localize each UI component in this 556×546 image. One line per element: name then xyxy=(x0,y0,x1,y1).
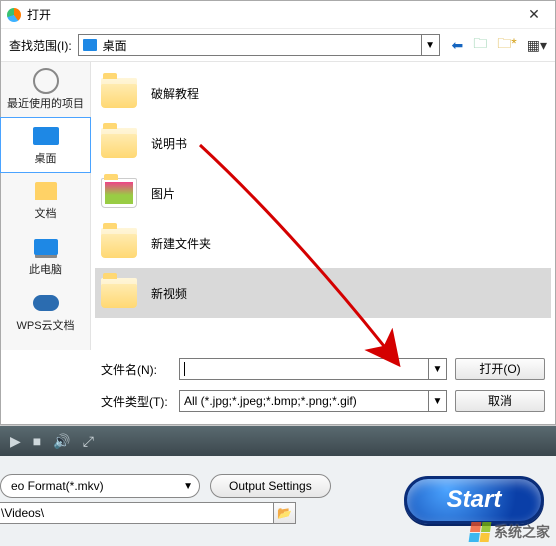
start-button[interactable]: Start xyxy=(404,476,544,524)
output-settings-button[interactable]: Output Settings xyxy=(210,474,331,498)
sidebar-item-label: WPS云文档 xyxy=(16,317,74,333)
desktop-icon xyxy=(83,39,97,51)
expand-icon[interactable]: ⤢ xyxy=(83,433,94,450)
output-path-input[interactable]: \Videos\ xyxy=(0,502,274,524)
watermark: 系统之家 xyxy=(470,522,550,542)
file-name: 破解教程 xyxy=(151,85,199,102)
sidebar-item-desktop[interactable]: 桌面 xyxy=(0,117,91,173)
format-value: eo Format(*.mkv) xyxy=(11,479,104,493)
file-row[interactable]: 新视频 xyxy=(95,268,551,318)
clock-icon xyxy=(31,69,61,93)
file-name: 说明书 xyxy=(151,135,187,152)
player-controls: ▶ ■ 🔊 ⤢ xyxy=(0,426,556,456)
folder-icon xyxy=(101,228,137,258)
chevron-down-icon: ▼ xyxy=(428,391,446,411)
back-icon[interactable]: ⬅ xyxy=(452,37,464,54)
filename-value xyxy=(184,362,185,376)
folder-icon xyxy=(101,128,137,158)
sidebar-item-label: 桌面 xyxy=(35,150,57,166)
sidebar-item-documents[interactable]: 文档 xyxy=(1,172,90,228)
close-icon[interactable]: ✕ xyxy=(519,6,549,23)
nav-icons: ⬅ 🗀 🗀* ▦▾ xyxy=(452,33,547,57)
sidebar-item-label: 此电脑 xyxy=(29,261,62,277)
path-value: \Videos\ xyxy=(1,506,44,520)
lookin-select[interactable]: 桌面 ▼ xyxy=(78,34,440,56)
format-select[interactable]: eo Format(*.mkv) ▼ xyxy=(0,474,200,498)
desktop-icon xyxy=(31,124,61,148)
lookin-label: 查找范围(I): xyxy=(9,37,72,54)
file-name: 新建文件夹 xyxy=(151,235,211,252)
dialog-title: 打开 xyxy=(27,6,519,23)
filetype-value: All (*.jpg;*.jpeg;*.bmp;*.png;*.gif) xyxy=(184,394,357,408)
titlebar: 打开 ✕ xyxy=(1,1,555,29)
play-icon[interactable]: ▶ xyxy=(10,433,21,450)
sidebar-item-recent[interactable]: 最近使用的项目 xyxy=(1,62,90,118)
speaker-icon[interactable]: 🔊 xyxy=(53,433,70,450)
file-list[interactable]: 破解教程说明书图片新建文件夹新视频 xyxy=(91,62,555,350)
sidebar-item-this-pc[interactable]: 此电脑 xyxy=(1,228,90,284)
filename-input[interactable]: ▼ xyxy=(179,358,447,380)
watermark-text: 系统之家 xyxy=(494,522,550,542)
windows-logo-icon xyxy=(469,522,492,542)
file-row[interactable]: 图片 xyxy=(95,168,551,218)
app-icon xyxy=(7,8,21,22)
up-icon[interactable]: 🗀 xyxy=(473,33,487,57)
sidebar-item-label: 文档 xyxy=(35,205,57,221)
file-name: 新视频 xyxy=(151,285,187,302)
view-menu-icon[interactable]: ▦▾ xyxy=(527,37,547,54)
cancel-button[interactable]: 取消 xyxy=(455,390,545,412)
chevron-down-icon: ▼ xyxy=(421,35,439,55)
sidebar-item-label: 最近使用的项目 xyxy=(7,95,84,111)
open-button[interactable]: 打开(O) xyxy=(455,358,545,380)
open-file-dialog: 打开 ✕ 查找范围(I): 桌面 ▼ ⬅ 🗀 🗀* ▦▾ 最近使用的项目 桌面 xyxy=(0,0,556,425)
lookin-value: 桌面 xyxy=(103,37,127,54)
file-row[interactable]: 破解教程 xyxy=(95,68,551,118)
documents-icon xyxy=(31,179,61,203)
bottom-controls: 文件名(N): ▼ 打开(O) 文件类型(T): All (*.jpg;*.jp… xyxy=(1,350,555,424)
file-row[interactable]: 新建文件夹 xyxy=(95,218,551,268)
file-name: 图片 xyxy=(151,185,175,202)
filetype-select[interactable]: All (*.jpg;*.jpeg;*.bmp;*.png;*.gif) ▼ xyxy=(179,390,447,412)
folder-icon xyxy=(101,78,137,108)
filename-label: 文件名(N): xyxy=(101,361,171,378)
chevron-down-icon: ▼ xyxy=(428,359,446,379)
computer-icon xyxy=(31,235,61,259)
chevron-down-icon: ▼ xyxy=(183,481,193,492)
folder-icon xyxy=(101,278,137,308)
stop-icon[interactable]: ■ xyxy=(33,433,41,449)
file-row[interactable]: 说明书 xyxy=(95,118,551,168)
pictures-folder-icon xyxy=(101,178,137,208)
cloud-icon xyxy=(31,291,61,315)
sidebar-item-wps-cloud[interactable]: WPS云文档 xyxy=(1,284,90,340)
new-folder-icon[interactable]: 🗀* xyxy=(497,33,516,57)
lookin-row: 查找范围(I): 桌面 ▼ ⬅ 🗀 🗀* ▦▾ xyxy=(1,29,555,61)
filetype-label: 文件类型(T): xyxy=(101,393,171,410)
places-sidebar: 最近使用的项目 桌面 文档 此电脑 WPS云文档 xyxy=(1,62,91,350)
folder-open-icon: 📂 xyxy=(277,506,292,520)
browse-path-button[interactable]: 📂 xyxy=(274,502,296,524)
